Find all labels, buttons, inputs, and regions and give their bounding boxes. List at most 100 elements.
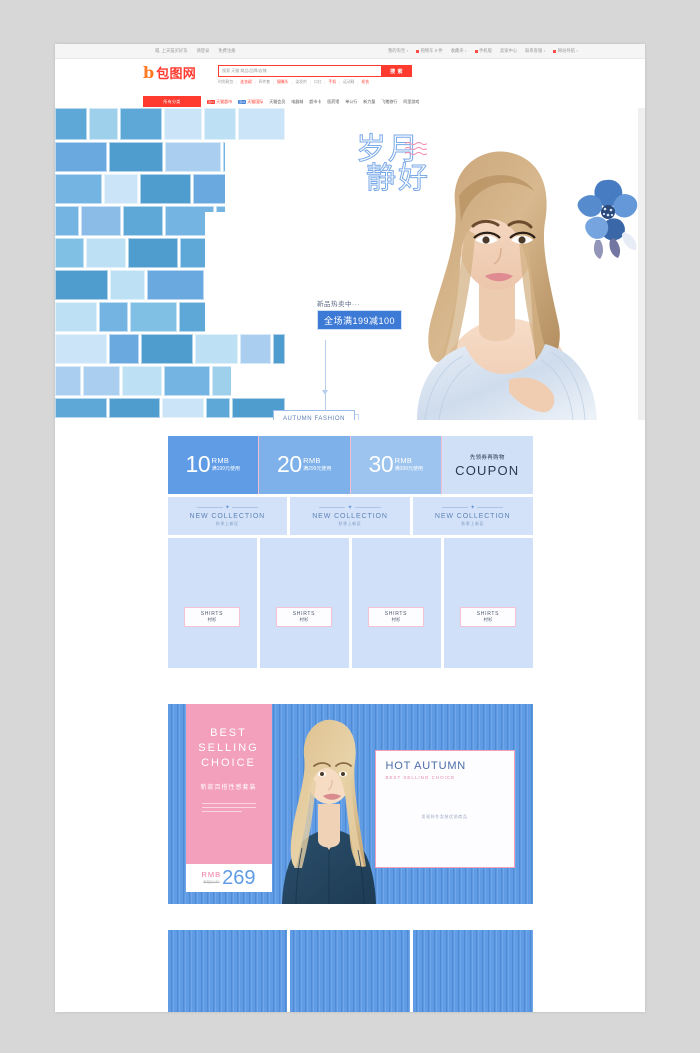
decorative-rules — [201, 802, 256, 812]
flower-decoration — [577, 179, 638, 259]
hotword-2[interactable]: 四件套 — [259, 80, 270, 85]
new-collection-card-1[interactable]: ✦ NEW COLLECTION 秋季上新区 — [290, 497, 410, 535]
mosaic-tile — [141, 334, 193, 364]
coupon-amount-1: 20 — [277, 451, 302, 478]
site-logo[interactable]: b 包图网 — [143, 65, 196, 81]
hotword-sep: | — [291, 80, 293, 85]
coupon-condition-1: 满299元使用 — [303, 465, 332, 472]
mosaic-tile — [193, 174, 226, 204]
mosaic-tile — [164, 366, 210, 396]
topbar-link-cart[interactable]: 购物车 0 件 — [416, 48, 443, 54]
new-collection-title-1: NEW COLLECTION — [312, 512, 388, 520]
product-label-2: SHIRTS 衬衫 — [368, 607, 424, 627]
topbar-link-sitemap[interactable]: 网站导航 ▾ — [553, 48, 578, 54]
hotword-6[interactable]: 手机 — [328, 80, 336, 85]
nav-item-newpower[interactable]: 新力量 — [363, 99, 375, 105]
mosaic-tile — [110, 270, 145, 300]
arrow-down-icon — [322, 390, 328, 395]
nav-item-misc[interactable]: 单公行 — [345, 99, 357, 105]
taobao-topbar: 喵, 上天猫买好货 请登录 免费注册 我的淘宝 ▾ 购物车 0 件 收藏夹 ▾ … — [55, 44, 645, 59]
topbar-link-favorites[interactable]: 收藏夹 ▾ — [451, 48, 467, 54]
topbar-label-mytaobao: 我的淘宝 — [387, 48, 406, 53]
autumn-fashion-button[interactable]: AUTUMN FASHION — [273, 410, 359, 420]
mosaic-tile — [273, 334, 285, 364]
new-collection-sub-1: 秋季上新区 — [338, 521, 362, 527]
topbar-link-service[interactable]: 联系客服 ▾ — [525, 48, 545, 54]
stripe-background — [412, 930, 533, 1012]
hot-autumn-card[interactable]: HOT AUTUMN BEST SELLING CHOICE 发现秋冬女装优质商… — [374, 750, 515, 868]
shirts-grid: SHIRTS 衬衫 SHIRTS 衬衫 SHIRTS 衬衫 SHIRTS 衬衫 — [167, 538, 533, 668]
topbar-link-register[interactable]: 免费注册 — [218, 48, 235, 54]
mosaic-tile — [240, 334, 271, 364]
hotword-sep: | — [254, 80, 256, 85]
nav-item-fliggy[interactable]: 飞猪旅行 — [381, 99, 397, 105]
nav-item-pharmacy[interactable]: 医药馆 — [327, 99, 339, 105]
nav-all-categories[interactable]: 所有分类 — [143, 96, 201, 107]
rule-right — [354, 507, 381, 509]
hotword-5[interactable]: 口红 — [314, 80, 322, 85]
mosaic-tile — [55, 334, 107, 364]
bottom-tile-row — [167, 930, 533, 1012]
hot-autumn-title: HOT AUTUMN — [385, 760, 467, 772]
hotword-0[interactable]: 时尚鞋包 — [218, 80, 233, 85]
best-selling-section: BEST SELLING CHOICE 新款百搭性感套装 RMB 专柜价489 … — [167, 704, 533, 904]
new-collection-row: ✦ NEW COLLECTION 秋季上新区 ✦ NEW COLLECTION … — [167, 497, 533, 535]
hotword-1[interactable]: 连衣裙 — [240, 80, 251, 85]
topbar-link-login[interactable]: 请登录 — [196, 48, 209, 54]
mosaic-tile — [122, 366, 162, 396]
hotword-7[interactable]: 运动鞋 — [343, 80, 354, 85]
best-selling-panel: BEST SELLING CHOICE 新款百搭性感套装 — [185, 704, 272, 864]
hotword-8[interactable]: 毛衣 — [361, 80, 369, 85]
coupon-cta-card[interactable]: 先领券再购物 COUPON — [442, 436, 533, 494]
logo-text: 包图网 — [156, 65, 197, 81]
mosaic-tile — [55, 206, 79, 236]
mosaic-tile — [130, 302, 177, 332]
bottom-tile-0[interactable] — [167, 930, 288, 1012]
nav-item-appliance[interactable]: 电器城 — [291, 99, 303, 105]
product-card-0[interactable]: SHIRTS 衬衫 — [167, 538, 257, 668]
topbar-label-cart: 购物车 0 件 — [420, 48, 443, 53]
topbar-link-mytaobao[interactable]: 我的淘宝 ▾ — [388, 48, 408, 54]
mosaic-tile — [55, 270, 108, 300]
ornament-divider: ✦ — [442, 504, 504, 511]
nav-badge-0: 双11 — [207, 99, 216, 104]
header-search-row: b 包图网 搜索 天猫 商品/品牌/店铺 搜 索 时尚鞋包 | 连衣裙 | 四件… — [55, 59, 645, 95]
product-card-2[interactable]: SHIRTS 衬衫 — [351, 538, 441, 668]
topbar-label-service: 联系客服 — [525, 48, 543, 53]
mosaic-tile — [238, 108, 285, 140]
new-collection-card-0[interactable]: ✦ NEW COLLECTION 秋季上新区 — [167, 497, 288, 535]
new-collection-card-2[interactable]: ✦ NEW COLLECTION 秋季上新区 — [412, 497, 533, 535]
hotword-4[interactable]: 染发剂 — [295, 80, 306, 85]
search-input[interactable]: 搜索 天猫 商品/品牌/店铺 — [218, 65, 382, 77]
grid-icon — [553, 49, 557, 53]
nav-badge-1: 双11 — [238, 99, 247, 104]
search-hotwords: 时尚鞋包 | 连衣裙 | 四件套 | 摄像头 | 染发剂 | 口红 | 手机 |… — [218, 80, 412, 85]
rule — [201, 802, 256, 804]
coupon-card-10[interactable]: 10 RMB 满199元使用 — [167, 436, 259, 494]
best-selling-line-1: BEST — [210, 727, 247, 739]
search-button[interactable]: 搜 索 — [381, 65, 413, 77]
mosaic-tile — [55, 398, 107, 418]
fleur-icon: ✦ — [470, 504, 476, 511]
topbar-link-mobile[interactable]: 手机版 — [474, 48, 492, 54]
coupon-card-30[interactable]: 30 RMB 满399元使用 — [350, 436, 442, 494]
mosaic-tile — [109, 334, 139, 364]
nav-item-games[interactable]: 阿里游戏 — [403, 99, 419, 105]
nav-item-member[interactable]: 天猫会员 — [269, 99, 285, 105]
chevron-down-icon: ▾ — [543, 49, 546, 53]
mosaic-tile — [128, 238, 178, 268]
rule-right — [477, 507, 504, 509]
bottom-tile-2[interactable] — [412, 930, 533, 1012]
bottom-tile-1[interactable] — [290, 930, 410, 1012]
topbar-link-seller[interactable]: 卖家中心 — [500, 48, 517, 54]
hotword-3[interactable]: 摄像头 — [277, 80, 288, 85]
product-card-3[interactable]: SHIRTS 衬衫 — [443, 538, 533, 668]
nav-item-tmall-supermarket[interactable]: 双11 天猫超市 — [207, 99, 232, 105]
topbar-left-links: 喵, 上天猫买好货 请登录 免费注册 — [67, 48, 236, 54]
product-card-1[interactable]: SHIRTS 衬衫 — [259, 538, 349, 668]
topbar-link-greeting[interactable]: 喵, 上天猫买好货 — [155, 48, 187, 54]
coupon-card-20[interactable]: 20 RMB 满299元使用 — [259, 436, 351, 494]
nav-item-supercard[interactable]: 超市卡 — [309, 99, 321, 105]
nav-item-tmall-global[interactable]: 双11 天猫国际 — [238, 99, 263, 105]
cart-icon — [416, 49, 420, 53]
